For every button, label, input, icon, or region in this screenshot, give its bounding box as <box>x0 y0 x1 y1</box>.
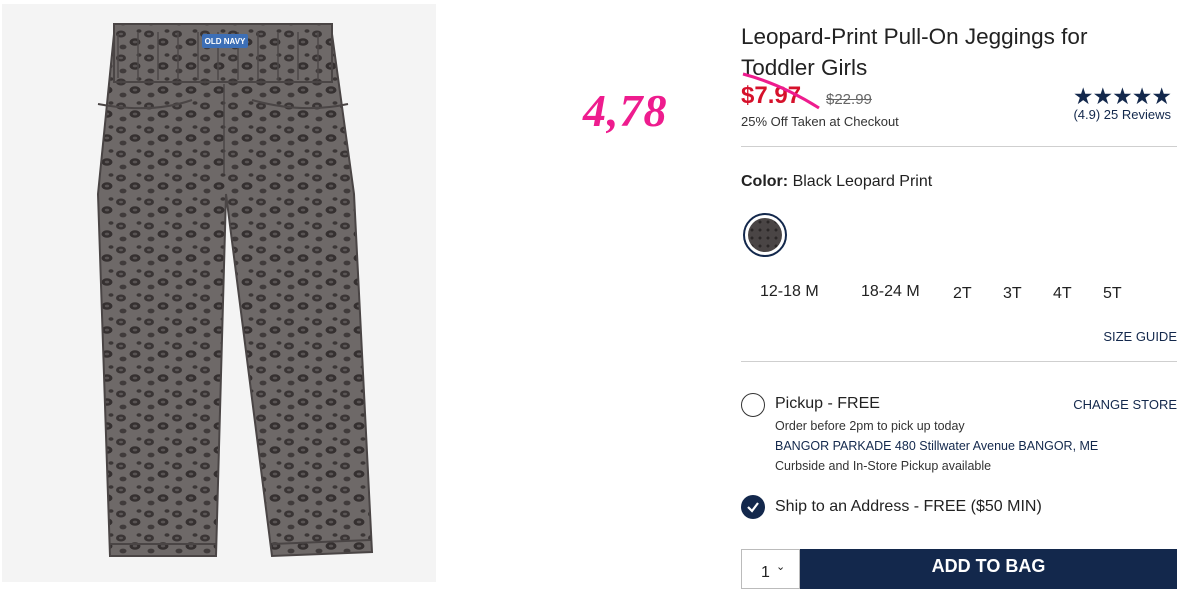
color-value: Black Leopard Print <box>792 173 933 190</box>
handwritten-price-annotation: 4,78 <box>583 85 668 136</box>
chevron-down-icon: ⌄ <box>776 561 786 573</box>
ship-radio-checked[interactable] <box>741 495 765 519</box>
waistband-logo: OLD NAVY <box>205 37 246 46</box>
ship-label[interactable]: Ship to an Address - FREE ($50 MIN) <box>775 498 1042 516</box>
color-label: Color: <box>741 173 789 190</box>
divider <box>741 361 1177 362</box>
product-image: OLD NAVY <box>2 4 436 582</box>
quantity-select[interactable]: 1 ⌄ <box>741 549 800 589</box>
pickup-note: Order before 2pm to pick up today <box>775 419 965 433</box>
color-row: Color: Black Leopard Print <box>741 173 932 191</box>
change-store-link[interactable]: CHANGE STORE <box>1073 397 1177 412</box>
original-price: $22.99 <box>826 91 872 108</box>
pickup-options-note: Curbside and In-Store Pickup available <box>775 459 992 473</box>
size-option-5t[interactable]: 5T <box>1103 285 1122 303</box>
divider <box>741 146 1177 147</box>
star-rating-icon: ★★★★★ <box>1072 83 1172 109</box>
size-option-4t[interactable]: 4T <box>1053 285 1072 303</box>
jeggings-illustration: OLD NAVY <box>96 23 374 558</box>
quantity-value: 1 <box>761 564 770 581</box>
size-option-3t[interactable]: 3T <box>1003 285 1022 303</box>
color-swatch-black-leopard[interactable] <box>743 213 787 257</box>
add-to-bag-button[interactable]: ADD TO BAG <box>800 549 1177 589</box>
size-guide-link[interactable]: SIZE GUIDE <box>1103 329 1177 344</box>
pickup-label[interactable]: Pickup - FREE <box>775 395 880 413</box>
rating-block[interactable]: ★★★★★ (4.9) 25 Reviews <box>1072 83 1172 122</box>
discount-note: 25% Off Taken at Checkout <box>741 114 899 129</box>
size-option-12-18m[interactable]: 12-18 M <box>760 283 819 301</box>
leopard-swatch-icon <box>748 218 782 252</box>
checkmark-icon <box>747 502 759 513</box>
pickup-radio[interactable] <box>741 393 765 417</box>
size-option-18-24m[interactable]: 18-24 M <box>861 283 920 301</box>
price-strike-mark <box>742 72 820 110</box>
store-address-link[interactable]: BANGOR PARKADE 480 Stillwater Avenue BAN… <box>775 439 1098 453</box>
size-option-2t[interactable]: 2T <box>953 285 972 303</box>
product-info-panel: Leopard-Print Pull-On Jeggings for Toddl… <box>741 0 1177 589</box>
reviews-link[interactable]: (4.9) 25 Reviews <box>1073 108 1171 122</box>
